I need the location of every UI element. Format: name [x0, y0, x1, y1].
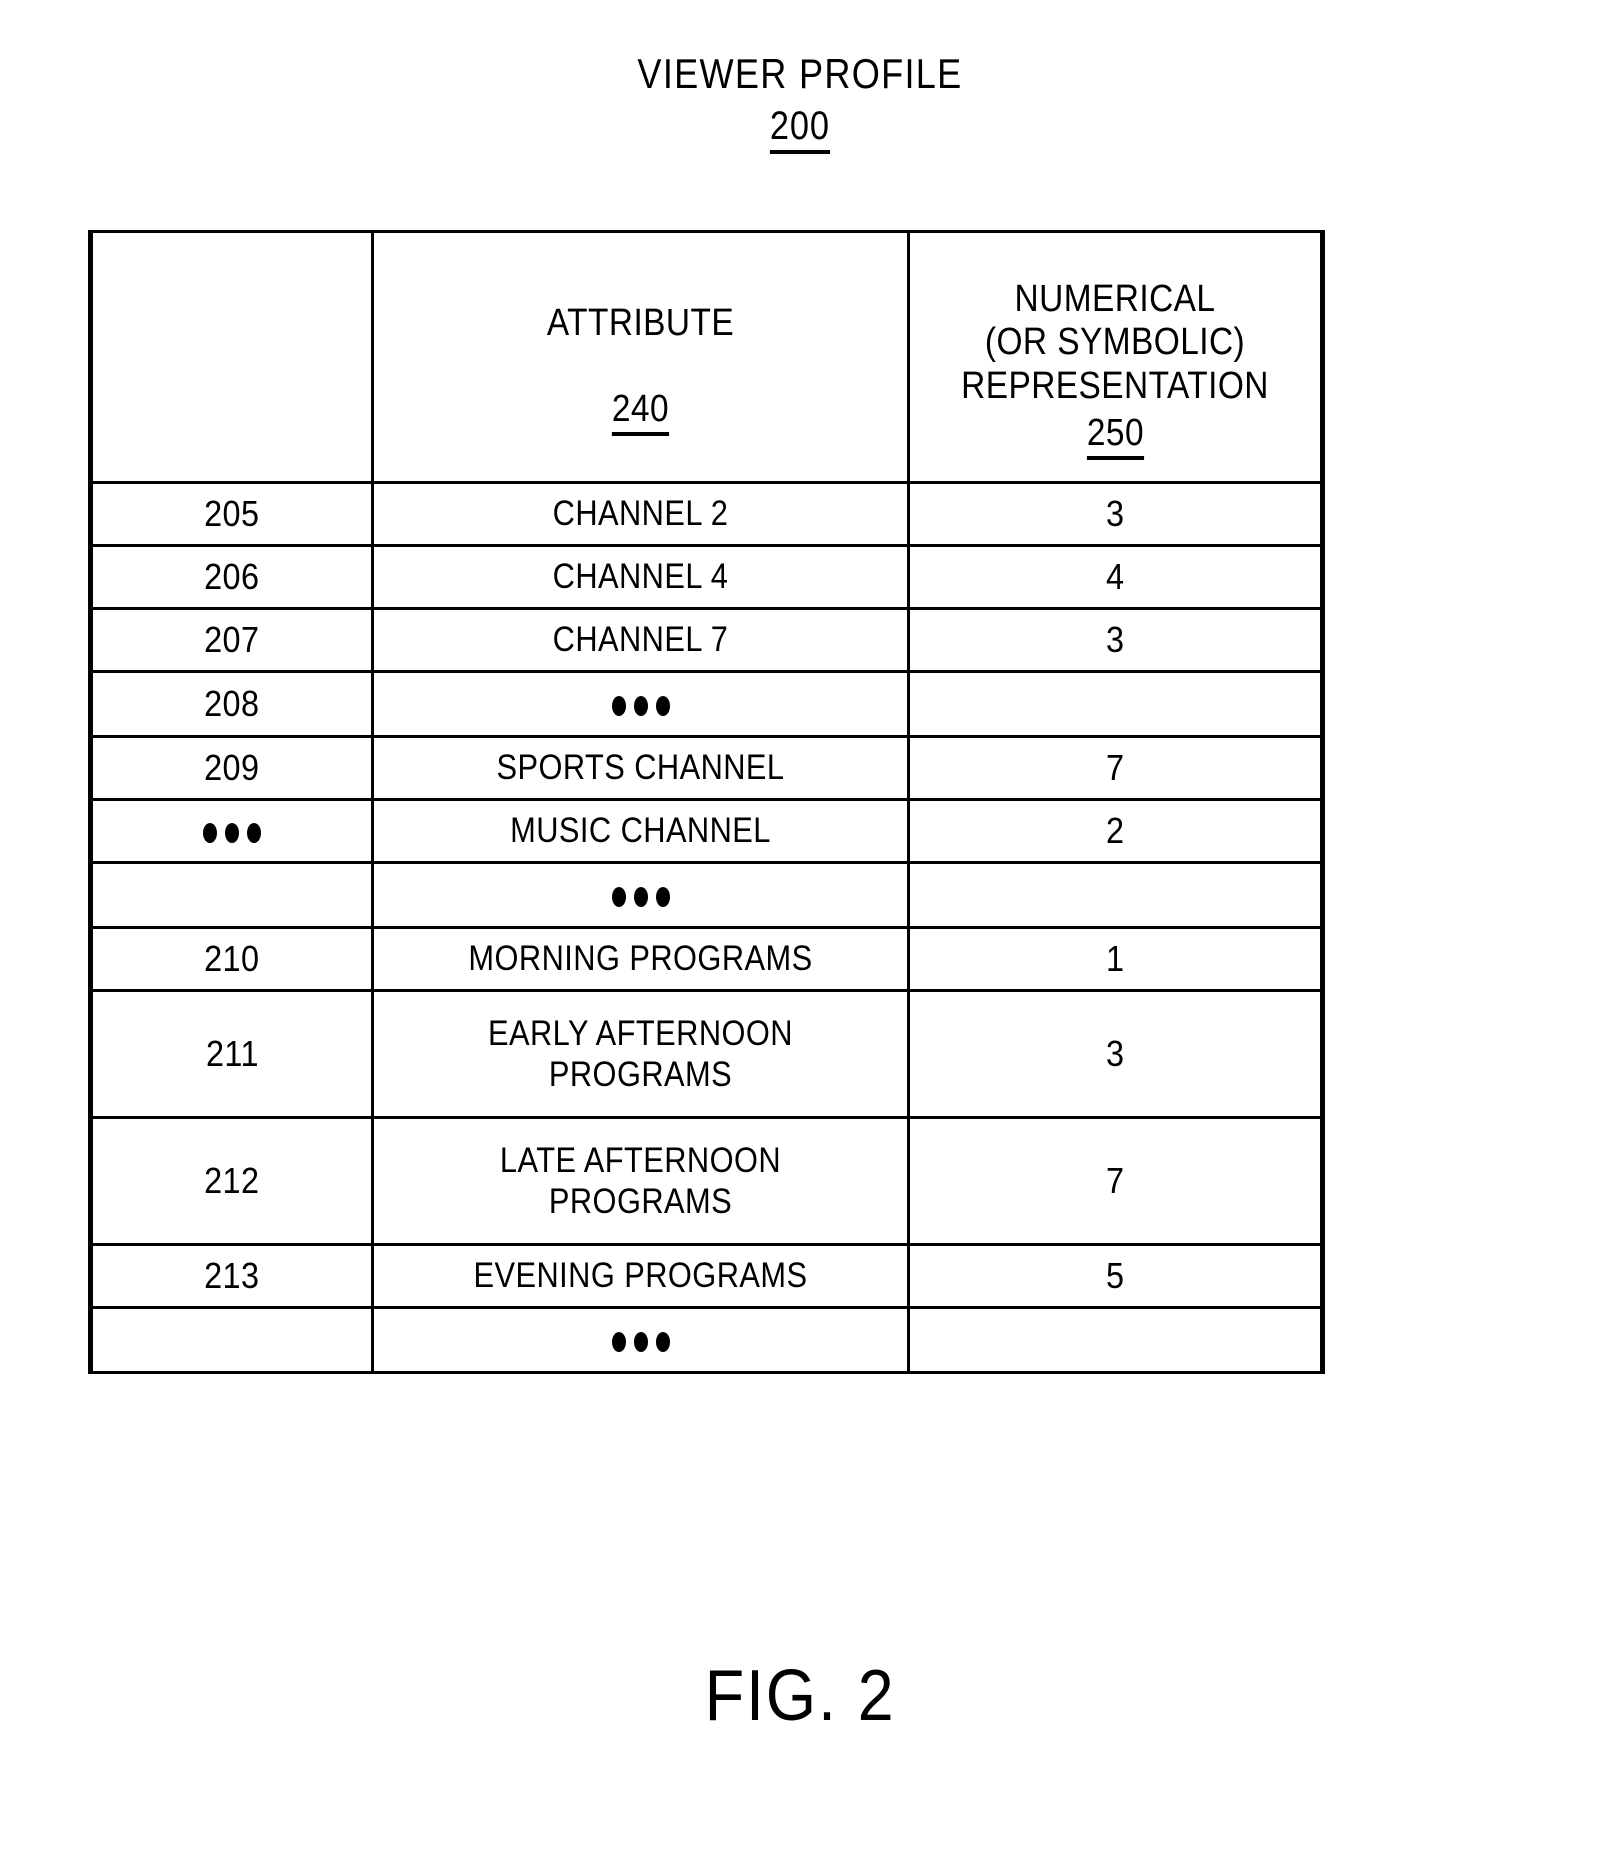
attribute-label: LATE AFTERNOON PROGRAMS — [499, 1140, 782, 1221]
cell-value: 2 — [907, 798, 1325, 864]
cell-value: 3 — [907, 607, 1325, 673]
value-representation: 7 — [1105, 747, 1125, 788]
header-attribute-ref: 240 — [611, 388, 670, 436]
header-value-ref: 250 — [1086, 412, 1144, 460]
cell-attribute: CHANNEL 7 — [371, 607, 910, 673]
cell-reference-number: 212 — [88, 1116, 374, 1246]
cell-attribute: SPORTS CHANNEL — [371, 735, 910, 801]
header-value-label: NUMERICAL (OR SYMBOLIC) REPRESENTATION — [961, 278, 1269, 407]
value-representation: 7 — [1105, 1160, 1125, 1201]
ellipsis-icon — [199, 814, 265, 848]
table-row: 206 CHANNEL 4 4 — [88, 544, 1325, 610]
cell-attribute: EARLY AFTERNOON PROGRAMS — [371, 989, 910, 1119]
cell-attribute: LATE AFTERNOON PROGRAMS — [371, 1116, 910, 1246]
attribute-label: MORNING PROGRAMS — [468, 939, 813, 979]
figure-reference-number: 200 — [770, 104, 830, 155]
cell-attribute — [371, 670, 910, 738]
cell-reference-number: 210 — [88, 926, 374, 992]
reference-number: 206 — [204, 556, 260, 597]
value-representation: 2 — [1105, 810, 1125, 851]
ellipsis-icon — [608, 878, 674, 912]
attribute-label: CHANNEL 4 — [552, 557, 729, 597]
cell-reference-number: 207 — [88, 607, 374, 673]
ellipsis-icon — [608, 1323, 674, 1357]
cell-value: 7 — [907, 735, 1325, 801]
cell-attribute: CHANNEL 2 — [371, 481, 910, 547]
table-row: 211 EARLY AFTERNOON PROGRAMS 3 — [88, 989, 1325, 1119]
cell-attribute: MORNING PROGRAMS — [371, 926, 910, 992]
table-row — [88, 861, 1325, 929]
cell-attribute — [371, 861, 910, 929]
reference-number: 211 — [205, 1033, 259, 1074]
reference-number: 212 — [204, 1160, 260, 1201]
attribute-label: EARLY AFTERNOON PROGRAMS — [488, 1013, 793, 1094]
cell-attribute: EVENING PROGRAMS — [371, 1243, 910, 1309]
cell-reference-number: 213 — [88, 1243, 374, 1309]
value-representation: 4 — [1105, 556, 1125, 597]
table-row — [88, 1306, 1325, 1374]
value-representation: 3 — [1105, 493, 1125, 534]
cell-value: 5 — [907, 1243, 1325, 1309]
cell-reference-number — [88, 861, 374, 929]
table-row: 208 — [88, 670, 1325, 738]
cell-value: 7 — [907, 1116, 1325, 1246]
cell-value: 3 — [907, 481, 1325, 547]
table-row: 205 CHANNEL 2 3 — [88, 481, 1325, 547]
attribute-label: CHANNEL 7 — [552, 620, 729, 660]
attribute-label: CHANNEL 2 — [552, 494, 729, 534]
cell-value — [907, 670, 1325, 738]
table-row: 212 LATE AFTERNOON PROGRAMS 7 — [88, 1116, 1325, 1246]
page-title: VIEWER PROFILE — [637, 50, 963, 97]
value-representation: 3 — [1105, 619, 1125, 660]
header-cell-value: NUMERICAL (OR SYMBOLIC) REPRESENTATION 2… — [907, 230, 1325, 484]
header-attribute-label: ATTRIBUTE — [546, 302, 735, 345]
reference-number: 210 — [204, 938, 260, 979]
cell-reference-number: 208 — [88, 670, 374, 738]
cell-reference-number: 211 — [88, 989, 374, 1119]
cell-value — [907, 861, 1325, 929]
figure-caption: FIG. 2 — [704, 1656, 896, 1736]
table-row: 207 CHANNEL 7 3 — [88, 607, 1325, 673]
reference-number: 205 — [204, 493, 260, 534]
table-row: MUSIC CHANNEL 2 — [88, 798, 1325, 864]
ellipsis-icon — [608, 687, 674, 721]
cell-reference-number: 205 — [88, 481, 374, 547]
reference-number: 209 — [204, 747, 260, 788]
cell-attribute: CHANNEL 4 — [371, 544, 910, 610]
figure-title-block: VIEWER PROFILE 200 — [0, 50, 1600, 155]
reference-number: 208 — [204, 683, 260, 724]
value-representation: 5 — [1105, 1255, 1125, 1296]
reference-number: 213 — [204, 1255, 260, 1296]
cell-attribute: MUSIC CHANNEL — [371, 798, 910, 864]
cell-value — [907, 1306, 1325, 1374]
cell-value: 3 — [907, 989, 1325, 1119]
reference-number: 207 — [204, 619, 260, 660]
cell-reference-number: 206 — [88, 544, 374, 610]
cell-value: 1 — [907, 926, 1325, 992]
viewer-profile-table: ATTRIBUTE 240 NUMERICAL (OR SYMBOLIC) RE… — [88, 230, 1325, 1374]
attribute-label: MUSIC CHANNEL — [510, 811, 771, 851]
cell-attribute — [371, 1306, 910, 1374]
cell-reference-number — [88, 798, 374, 864]
table-header-row: ATTRIBUTE 240 NUMERICAL (OR SYMBOLIC) RE… — [88, 230, 1325, 484]
attribute-label: SPORTS CHANNEL — [496, 748, 785, 788]
table-row: 213 EVENING PROGRAMS 5 — [88, 1243, 1325, 1309]
cell-value: 4 — [907, 544, 1325, 610]
cell-reference-number — [88, 1306, 374, 1374]
value-representation: 3 — [1105, 1033, 1125, 1074]
header-cell-attribute: ATTRIBUTE 240 — [371, 230, 910, 484]
header-cell-reference — [88, 230, 374, 484]
attribute-label: EVENING PROGRAMS — [473, 1256, 808, 1296]
value-representation: 1 — [1105, 938, 1125, 979]
table-row: 209 SPORTS CHANNEL 7 — [88, 735, 1325, 801]
cell-reference-number: 209 — [88, 735, 374, 801]
table-row: 210 MORNING PROGRAMS 1 — [88, 926, 1325, 992]
